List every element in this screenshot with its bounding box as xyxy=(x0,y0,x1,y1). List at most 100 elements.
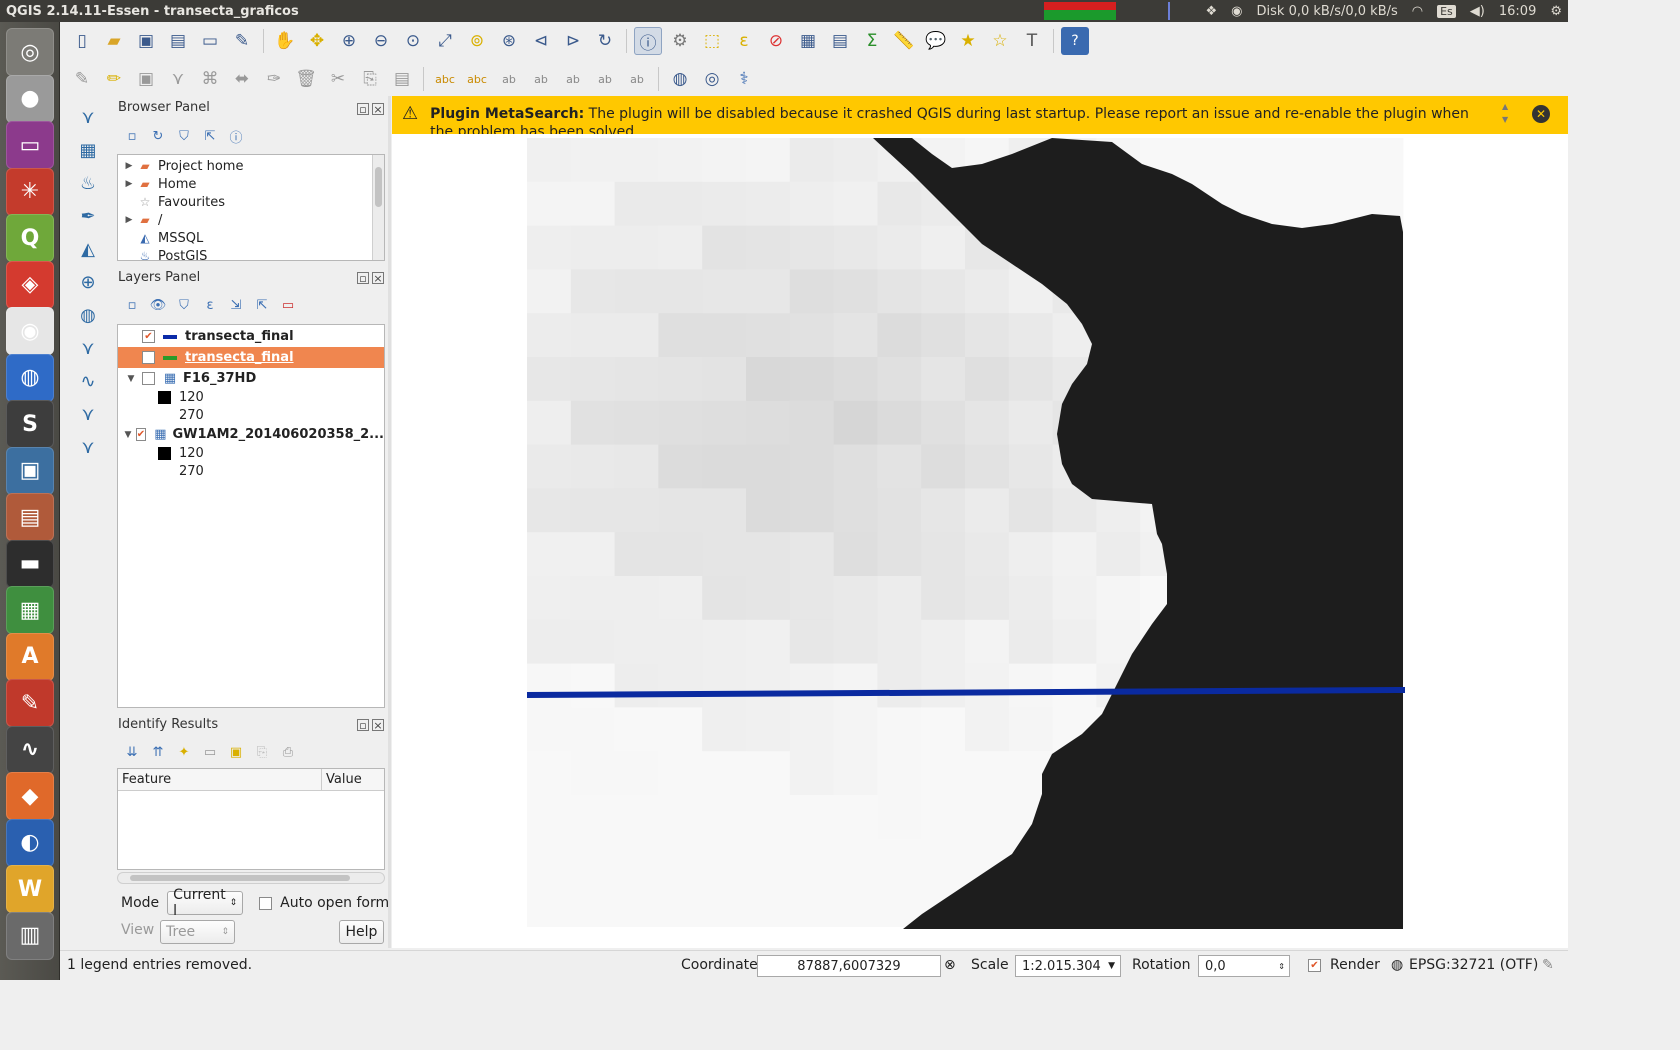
browser-panel-close-icon[interactable]: × xyxy=(372,103,384,115)
show-bookmarks-icon[interactable]: ☆ xyxy=(986,27,1014,55)
chrome-tray-icon[interactable]: ◉ xyxy=(1231,4,1242,19)
add-mssql-layer-icon[interactable]: ◭ xyxy=(72,233,104,265)
ubuntu-dash-icon[interactable]: ◎ xyxy=(6,28,54,76)
statistical-summary-icon[interactable]: Σ xyxy=(858,27,886,55)
layer-f16-37hd[interactable]: ▼ ▦ F16_37HD xyxy=(118,368,384,389)
clear-results-icon[interactable]: ▭ xyxy=(200,742,220,762)
collapse-all-icon[interactable]: ⇱ xyxy=(200,126,220,146)
crs-globe-icon[interactable]: ◍ xyxy=(1391,957,1403,973)
properties-info-icon[interactable]: ⓘ xyxy=(226,126,246,146)
run-feature-action-icon[interactable]: ⚙ xyxy=(666,27,694,55)
deselect-all-icon[interactable]: ⊘ xyxy=(762,27,790,55)
map-canvas[interactable] xyxy=(392,134,1568,948)
google-earth-icon[interactable]: ◍ xyxy=(6,353,54,402)
presentation-icon[interactable]: ▭ xyxy=(6,121,54,169)
identify-features-icon[interactable]: ⓘ xyxy=(634,27,662,55)
add-postgis-layer-icon[interactable]: ♨ xyxy=(72,167,104,199)
messages-icon[interactable]: ✎ xyxy=(1542,957,1554,973)
column-header-feature[interactable]: Feature xyxy=(118,769,322,790)
expand-all-icon[interactable]: ⇲ xyxy=(226,295,246,315)
software-center-icon[interactable]: A xyxy=(6,632,54,681)
zoom-full-icon[interactable]: ⤢ xyxy=(431,27,459,55)
move-label-icon[interactable]: ab xyxy=(559,65,587,93)
qgis-icon[interactable]: Q xyxy=(6,214,54,262)
collapse-tree-icon[interactable]: ⇈ xyxy=(148,742,168,762)
keyboard-layout[interactable]: Es xyxy=(1437,4,1456,18)
chrome-icon[interactable]: ◉ xyxy=(6,307,54,355)
system-monitor-icon[interactable]: ∿ xyxy=(6,725,54,774)
expand-new-results-icon[interactable]: ✦ xyxy=(174,742,194,762)
expand-tree-icon[interactable]: ⇊ xyxy=(122,742,142,762)
app-blue-icon[interactable]: ◐ xyxy=(6,818,54,867)
sublime-text-icon[interactable]: S xyxy=(6,400,54,448)
clock[interactable]: 16:09 xyxy=(1499,4,1536,19)
identify-panel-float-icon[interactable]: ▫ xyxy=(357,719,369,731)
crs-status[interactable]: EPSG:32721 (OTF) xyxy=(1409,957,1538,973)
add-virtual-layer-icon[interactable]: ⋎ xyxy=(72,398,104,430)
auto-open-form-checkbox[interactable] xyxy=(259,896,273,910)
help-contents-icon[interactable]: ? xyxy=(1061,27,1089,55)
layer-transecta-final-2[interactable]: transecta_final xyxy=(118,347,384,368)
toggle-editing-icon[interactable]: ✏ xyxy=(100,65,128,93)
field-calculator-icon[interactable]: ▤ xyxy=(826,27,854,55)
column-header-value[interactable]: Value xyxy=(322,769,366,790)
add-wms-layer-icon[interactable]: ◍ xyxy=(666,65,694,93)
save-layer-edits-icon[interactable]: ▣ xyxy=(132,65,160,93)
save-project-icon[interactable]: ▣ xyxy=(132,27,160,55)
volume-icon[interactable]: ◀) xyxy=(1470,4,1485,19)
pin-labels-icon[interactable]: ab xyxy=(495,65,523,93)
measure-line-icon[interactable]: 📏 xyxy=(890,27,918,55)
node-tool-icon[interactable]: ⌘ xyxy=(196,65,224,93)
zoom-out-icon[interactable]: ⊖ xyxy=(367,27,395,55)
new-shapefile-layer-icon[interactable]: ⋎ xyxy=(72,101,104,133)
text-annotation-icon[interactable]: T xyxy=(1018,27,1046,55)
layer-visibility-checkbox[interactable] xyxy=(142,351,155,364)
remove-layer-icon[interactable]: ▭ xyxy=(278,295,298,315)
app-red-icon[interactable]: ◈ xyxy=(6,260,54,309)
copy-features-icon[interactable]: ⎘ xyxy=(356,65,384,93)
metasearch-icon[interactable]: ◎ xyxy=(698,65,726,93)
layer-transecta-final-1[interactable]: ✔ transecta_final xyxy=(118,326,384,347)
scale-field[interactable]: 1:2.015.304 ▼ xyxy=(1015,955,1121,977)
filter-legend-icon[interactable]: ⛉ xyxy=(174,295,194,315)
zoom-to-layer-icon[interactable]: ⊛ xyxy=(495,27,523,55)
expand-arrow-icon[interactable]: ▶ xyxy=(122,161,136,171)
refresh-browser-icon[interactable]: ↻ xyxy=(148,126,168,146)
app-yellow-icon[interactable]: W xyxy=(6,865,54,913)
add-spatialite-layer-icon[interactable]: ✒ xyxy=(72,200,104,232)
show-hide-labels-icon[interactable]: ab xyxy=(527,65,555,93)
refresh-icon[interactable]: ↻ xyxy=(591,27,619,55)
zoom-in-icon[interactable]: ⊕ xyxy=(335,27,363,55)
new-project-icon[interactable]: ▯ xyxy=(68,27,96,55)
panel-splitter[interactable] xyxy=(388,96,391,948)
spreadsheet-icon[interactable]: ▦ xyxy=(6,586,54,634)
wifi-icon[interactable]: ◠ xyxy=(1412,4,1423,19)
dropbox-icon[interactable]: ❖ xyxy=(1206,4,1218,19)
close-message-icon[interactable]: ✕ xyxy=(1532,105,1550,123)
mode-select[interactable]: Current l ⇕ xyxy=(167,887,244,919)
rotation-field[interactable]: 0,0 ⇕ xyxy=(1198,955,1290,977)
identify-hscrollbar[interactable] xyxy=(117,872,385,884)
highlight-icon[interactable]: ▣ xyxy=(226,742,246,762)
expand-arrow-icon[interactable]: ▼ xyxy=(124,374,138,384)
zoom-last-icon[interactable]: ⊲ xyxy=(527,27,555,55)
new-bookmark-icon[interactable]: ★ xyxy=(954,27,982,55)
collapse-all-layers-icon[interactable]: ⇱ xyxy=(252,295,272,315)
open-project-icon[interactable]: ▰ xyxy=(100,27,128,55)
network-icon[interactable]: ✳ xyxy=(6,167,54,216)
view-select[interactable]: Tree ⇕ xyxy=(160,920,235,944)
zoom-native-icon[interactable]: ⊙ xyxy=(399,27,427,55)
manage-visibility-icon[interactable]: 👁 xyxy=(148,295,168,315)
move-feature-icon[interactable]: ⬌ xyxy=(228,65,256,93)
composer-manager-icon[interactable]: ✎ xyxy=(228,27,256,55)
filter-by-expression-icon[interactable]: ε xyxy=(200,295,220,315)
layer-labeling-icon[interactable]: abc xyxy=(463,65,491,93)
expand-arrow-icon[interactable]: ▼ xyxy=(124,430,132,440)
new-print-composer-icon[interactable]: ▭ xyxy=(196,27,224,55)
change-label-icon[interactable]: ab xyxy=(623,65,651,93)
add-group-icon[interactable]: ▫ xyxy=(122,295,142,315)
browser-item[interactable]: ♨ PostGIS xyxy=(122,247,384,261)
zoom-next-icon[interactable]: ⊳ xyxy=(559,27,587,55)
save-as-icon[interactable]: ▤ xyxy=(164,27,192,55)
copy-feature-icon[interactable]: ⎘ xyxy=(252,742,272,762)
